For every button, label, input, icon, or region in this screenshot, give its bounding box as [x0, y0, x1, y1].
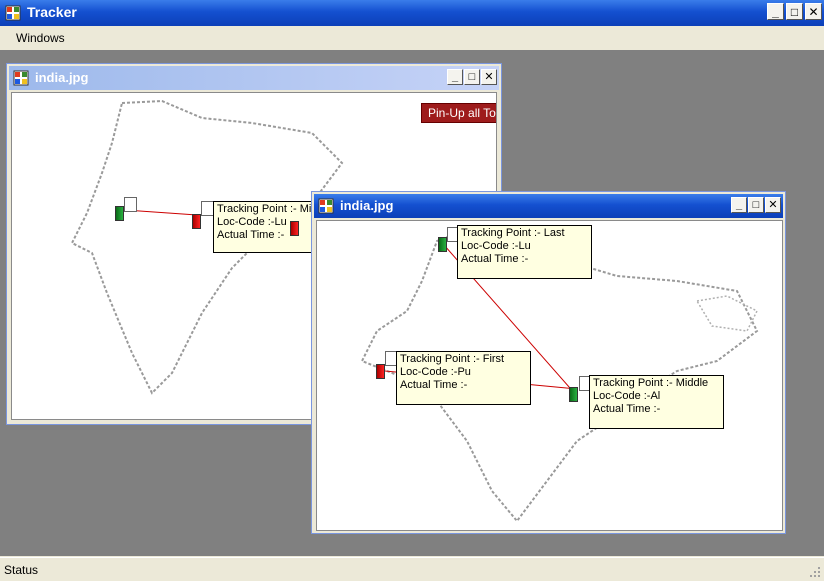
tooltip-loc-code: Loc-Code :-Pu [400, 366, 471, 378]
status-text: Status [4, 563, 39, 577]
menu-windows[interactable]: Windows [16, 31, 65, 45]
maximize-button[interactable]: □ [786, 3, 803, 20]
minimize-icon: _ [735, 198, 743, 211]
map-window-2[interactable]: india.jpg _ □ ✕ Tracking Point :- Last L… [311, 191, 786, 534]
minimize-icon: _ [772, 4, 779, 19]
child-caption-buttons: _ □ ✕ [731, 197, 781, 213]
map-window-1-titlebar[interactable]: india.jpg _ □ ✕ [9, 66, 499, 90]
maximize-icon: □ [468, 70, 476, 83]
app-icon [5, 5, 21, 21]
tooltip-loc-code: Loc-Code :-Lu [461, 240, 531, 252]
tooltip-title: Tracking Point :- Middle [217, 203, 323, 215]
tooltip-tracking-point-first: Tracking Point :- First Loc-Code :-Pu Ac… [396, 351, 531, 405]
app-titlebar[interactable]: Tracker _ □ ✕ [0, 0, 824, 26]
tooltip-title: Tracking Point :- Last [461, 227, 565, 239]
track-marker-red[interactable] [192, 214, 201, 229]
pin-up-tooltips-button[interactable]: Pin-Up all Tooltips [421, 103, 496, 123]
tooltip-loc-code: Loc-Code :-Al [593, 390, 661, 402]
maximize-icon: □ [752, 198, 760, 211]
tooltip-tracking-point: Tracking Point :- Middle Loc-Code :-Lu A… [213, 201, 323, 253]
tooltip-actual-time: Actual Time :- [400, 379, 468, 391]
tooltip-title: Tracking Point :- Middle [593, 377, 709, 389]
close-icon: ✕ [484, 70, 494, 83]
minimize-icon: _ [451, 70, 459, 83]
menu-bar: Windows [0, 26, 824, 48]
close-button[interactable]: ✕ [805, 3, 822, 20]
window-icon [318, 198, 334, 214]
status-bar: Status [0, 557, 824, 581]
map-window-2-titlebar[interactable]: india.jpg _ □ ✕ [314, 194, 783, 218]
tooltip-actual-time: Actual Time :- [593, 403, 661, 415]
app-title: Tracker [27, 4, 77, 20]
tooltip-loc-code: Loc-Code :-Lu [217, 216, 287, 228]
child-maximize-button[interactable]: □ [748, 197, 764, 213]
window-icon [13, 70, 29, 86]
close-icon: ✕ [808, 4, 819, 19]
maximize-icon: □ [790, 4, 799, 19]
minimize-button[interactable]: _ [767, 3, 784, 20]
child-maximize-button[interactable]: □ [464, 69, 480, 85]
child-caption-buttons: _ □ ✕ [447, 69, 497, 85]
tooltip-actual-time: Actual Time :- [461, 253, 529, 265]
map-window-1-title: india.jpg [35, 70, 89, 85]
track-marker-green[interactable] [115, 206, 124, 221]
tooltip-tracking-point-middle: Tracking Point :- Middle Loc-Code :-Al A… [589, 375, 724, 429]
child-close-button[interactable]: ✕ [481, 69, 497, 85]
child-minimize-button[interactable]: _ [731, 197, 747, 213]
track-marker-red[interactable] [376, 364, 385, 379]
child-minimize-button[interactable]: _ [447, 69, 463, 85]
size-grip-icon[interactable] [809, 566, 821, 578]
tooltip-actual-time: Actual Time :- [217, 229, 285, 241]
track-marker-red[interactable] [290, 221, 299, 236]
track-marker-green[interactable] [569, 387, 578, 402]
flag-icon[interactable] [124, 197, 137, 212]
track-marker-green[interactable] [438, 237, 447, 252]
tooltip-title: Tracking Point :- First [400, 353, 505, 365]
child-close-button[interactable]: ✕ [765, 197, 781, 213]
map-canvas-2[interactable]: Tracking Point :- Last Loc-Code :-Lu Act… [316, 220, 783, 531]
map-window-2-title: india.jpg [340, 198, 394, 213]
close-icon: ✕ [768, 198, 778, 211]
app-caption-buttons: _ □ ✕ [767, 3, 822, 20]
tooltip-tracking-point-last: Tracking Point :- Last Loc-Code :-Lu Act… [457, 225, 592, 279]
